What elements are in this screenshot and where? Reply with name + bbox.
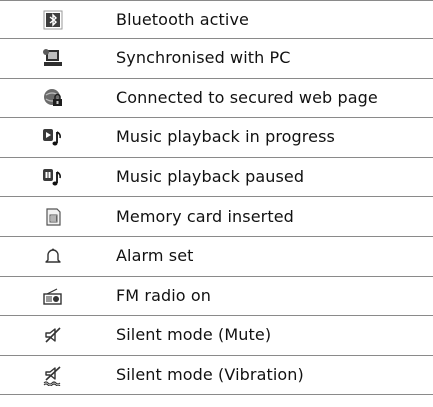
- pc-sync-icon: [43, 49, 62, 67]
- fm-radio-icon: [43, 288, 62, 305]
- silent-mute-icon: [45, 327, 61, 344]
- table-row-silent-mute: Silent mode (Mute): [0, 316, 433, 356]
- silent-vibration-icon: [43, 366, 61, 387]
- music-play-icon: [43, 129, 61, 146]
- bluetooth-icon: [43, 10, 63, 29]
- row-label: Alarm set: [116, 246, 194, 266]
- row-label: Silent mode (Mute): [116, 325, 272, 345]
- status-icon-table: Bluetooth active Synchronised with PC Co…: [0, 0, 433, 396]
- table-row-fm-radio: FM radio on: [0, 277, 433, 317]
- music-pause-icon: [43, 169, 61, 186]
- table-row-music-pause: Music playback paused: [0, 158, 433, 198]
- table-row-secure-web: Connected to secured web page: [0, 79, 433, 119]
- table-row-alarm: Alarm set: [0, 237, 433, 277]
- row-label: FM radio on: [116, 285, 211, 305]
- row-label: Music playback paused: [116, 167, 305, 187]
- table-row-memory-card: Memory card inserted: [0, 197, 433, 237]
- secure-web-icon: [44, 88, 62, 106]
- row-label: Bluetooth active: [116, 9, 249, 29]
- table-row-silent-vibration: Silent mode (Vibration): [0, 356, 433, 396]
- table-row-pc-sync: Synchronised with PC: [0, 39, 433, 79]
- row-label: Synchronised with PC: [116, 48, 291, 68]
- row-label: Music playback in progress: [116, 127, 335, 147]
- table-row-bluetooth: Bluetooth active: [0, 1, 433, 39]
- row-label: Silent mode (Vibration): [116, 365, 304, 385]
- row-label: Memory card inserted: [116, 206, 294, 226]
- alarm-bell-icon: [45, 248, 61, 263]
- memory-card-icon: [46, 208, 61, 226]
- row-label: Connected to secured web page: [116, 87, 378, 107]
- table-row-music-play: Music playback in progress: [0, 118, 433, 158]
